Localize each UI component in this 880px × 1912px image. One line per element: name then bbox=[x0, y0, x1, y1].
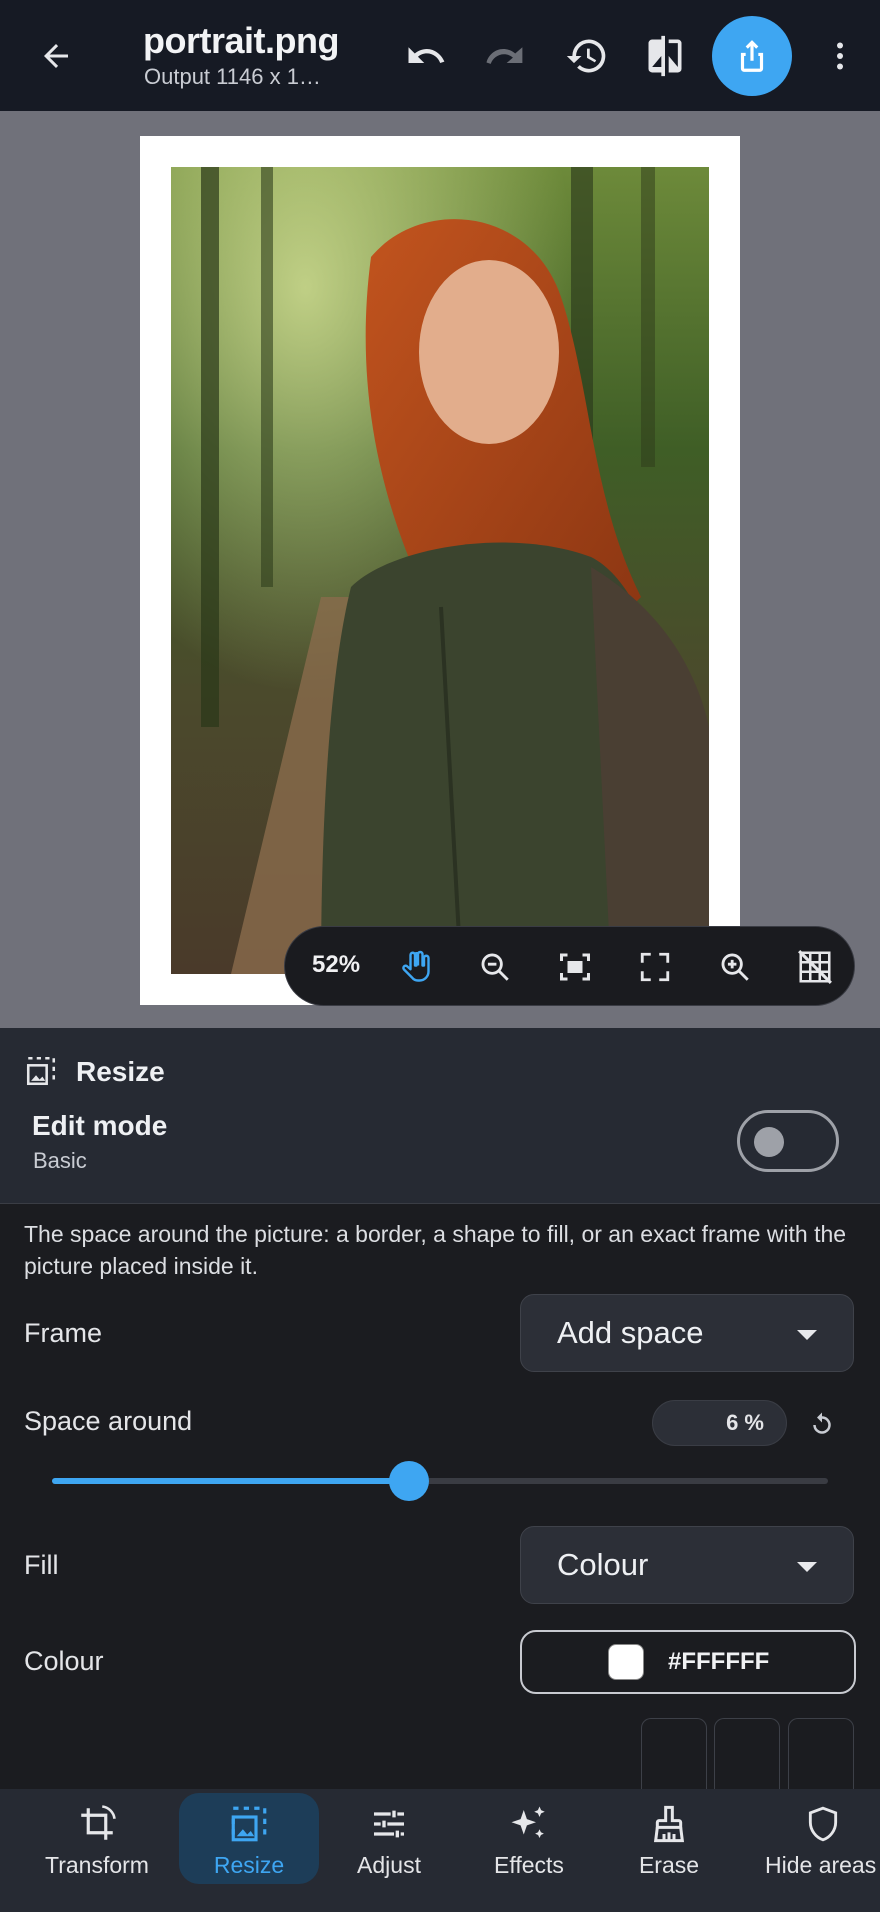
space-around-slider-fill bbox=[52, 1478, 409, 1484]
hand-pan-icon[interactable] bbox=[391, 943, 439, 991]
nav-label: Hide areas bbox=[765, 1852, 877, 1878]
more-vert-icon[interactable] bbox=[816, 26, 864, 86]
colour-picker-button[interactable]: #FFFFFF bbox=[520, 1630, 856, 1694]
nav-item-effects[interactable]: Effects bbox=[459, 1789, 599, 1912]
fit-screen-icon[interactable] bbox=[551, 943, 599, 991]
resize-icon bbox=[228, 1799, 270, 1849]
nav-label: Adjust bbox=[357, 1852, 421, 1878]
brush-icon bbox=[649, 1799, 689, 1849]
edit-mode-value: Basic bbox=[33, 1148, 87, 1173]
fill-label: Fill bbox=[24, 1550, 59, 1580]
frame-dropdown-value: Add space bbox=[557, 1315, 704, 1350]
preset-box[interactable] bbox=[714, 1718, 780, 1790]
panel-title: Resize bbox=[76, 1056, 165, 1087]
toggle-knob bbox=[754, 1127, 784, 1157]
nav-item-erase[interactable]: Erase bbox=[599, 1789, 739, 1912]
nav-label: Resize bbox=[213, 1852, 285, 1878]
file-title: portrait.png bbox=[143, 20, 339, 61]
nav-item-resize[interactable]: Resize bbox=[179, 1789, 319, 1912]
caret-down-icon bbox=[797, 1330, 817, 1340]
history-icon[interactable] bbox=[555, 24, 619, 88]
sparkle-icon bbox=[508, 1799, 550, 1849]
nav-item-hide-areas[interactable]: Hide areas bbox=[748, 1789, 880, 1912]
share-button[interactable] bbox=[712, 16, 792, 96]
shield-icon bbox=[804, 1799, 842, 1849]
colour-hex-value: #FFFFFF bbox=[668, 1648, 770, 1675]
nav-item-adjust[interactable]: Adjust bbox=[319, 1789, 459, 1912]
portrait-photo bbox=[171, 167, 709, 974]
zoom-toolbar: 52% bbox=[284, 926, 855, 1006]
grid-off-icon[interactable] bbox=[791, 943, 839, 991]
colour-swatch bbox=[608, 1644, 644, 1680]
compare-icon[interactable] bbox=[633, 24, 697, 88]
nav-label: Effects bbox=[494, 1852, 564, 1878]
frame-label: Frame bbox=[24, 1318, 103, 1348]
reset-icon[interactable] bbox=[800, 1403, 844, 1447]
resize-options bbox=[0, 1204, 880, 1789]
fill-dropdown[interactable]: Colour bbox=[520, 1526, 854, 1604]
resize-icon bbox=[22, 1052, 60, 1090]
space-around-label: Space around bbox=[24, 1406, 193, 1436]
nav-item-transform[interactable]: Transform bbox=[27, 1789, 167, 1912]
space-around-slider-thumb[interactable] bbox=[388, 1461, 429, 1501]
fullscreen-icon[interactable] bbox=[631, 943, 679, 991]
preset-box[interactable] bbox=[788, 1718, 854, 1790]
back-arrow-icon[interactable] bbox=[26, 26, 86, 86]
fill-dropdown-value: Colour bbox=[557, 1547, 649, 1582]
nav-label: Transform bbox=[45, 1852, 149, 1878]
bottom-navigation: Transform Resize Adjust Effects Erase Hi… bbox=[0, 1789, 880, 1912]
crop-rotate-icon bbox=[76, 1799, 118, 1849]
caret-down-icon bbox=[797, 1562, 817, 1572]
edit-mode-toggle[interactable] bbox=[737, 1110, 839, 1172]
nav-label: Erase bbox=[638, 1852, 700, 1878]
preset-box[interactable] bbox=[641, 1718, 707, 1790]
colour-label: Colour bbox=[24, 1646, 104, 1676]
space-around-value[interactable]: 6 % bbox=[652, 1400, 787, 1446]
edit-mode-label: Edit mode bbox=[32, 1110, 168, 1141]
top-app-bar: portrait.png Output 1146 x 1… bbox=[0, 0, 880, 111]
zoom-percent[interactable]: 52% bbox=[312, 951, 360, 979]
output-size-subtitle: Output 1146 x 1… bbox=[144, 64, 321, 89]
redo-icon[interactable] bbox=[474, 26, 534, 86]
share-icon bbox=[712, 16, 792, 96]
tune-icon bbox=[369, 1799, 409, 1849]
zoom-in-icon[interactable] bbox=[711, 943, 759, 991]
frame-dropdown[interactable]: Add space bbox=[520, 1294, 854, 1372]
zoom-out-icon[interactable] bbox=[471, 943, 519, 991]
undo-icon[interactable] bbox=[396, 26, 456, 86]
frame-description: The space around the picture: a border, … bbox=[24, 1221, 847, 1279]
